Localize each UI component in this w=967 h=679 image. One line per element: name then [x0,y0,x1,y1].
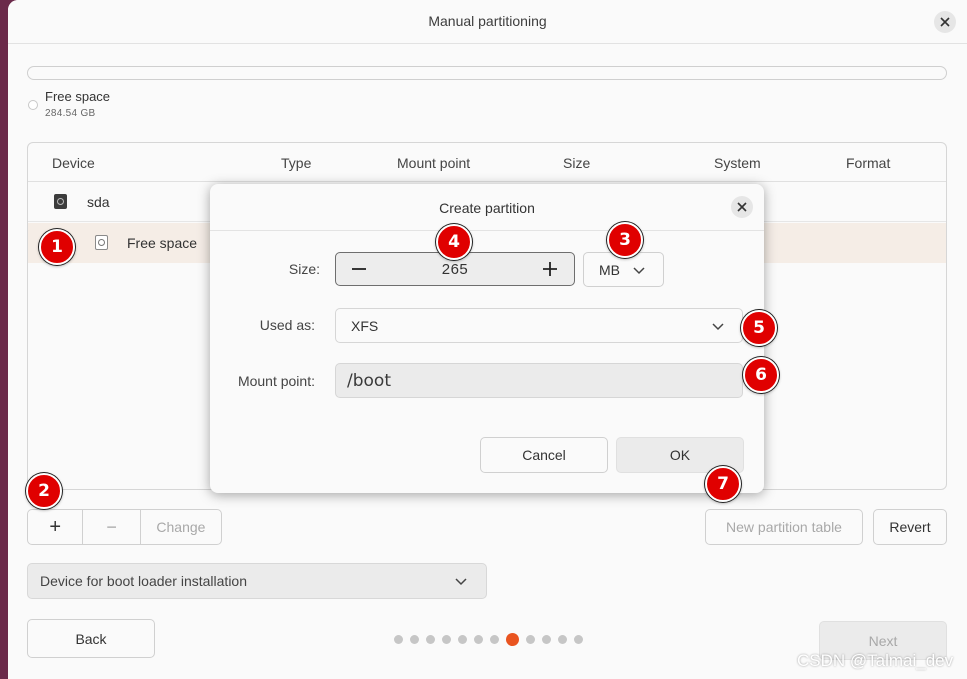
progress-dot [458,635,467,644]
change-partition-button[interactable]: Change [141,510,221,544]
column-header-type: Type [281,155,312,171]
partition-toolbar: + − Change [27,509,222,545]
progress-dot [574,635,583,644]
progress-dot [526,635,535,644]
remove-partition-button[interactable]: − [83,510,141,544]
mount-point-label: Mount point: [237,373,315,389]
dialog-divider [210,230,764,231]
progress-dot [394,635,403,644]
free-space-legend-dot [28,100,38,110]
window-title: Manual partitioning [428,13,547,29]
used-as-label: Used as: [259,317,315,333]
column-header-size: Size [563,155,591,171]
column-header-system: System [714,155,761,171]
boot-loader-label: Device for boot loader installation [40,573,248,589]
annotation-badge-4: 4 [436,224,472,260]
add-partition-button[interactable]: + [28,510,84,544]
device-name: Free space [127,235,198,251]
free-space-legend-size: 284.54 GB [45,108,96,119]
progress-dot-active [506,633,519,646]
progress-dot [542,635,551,644]
progress-dot [442,635,451,644]
chevron-down-icon [633,267,645,275]
window-close-button[interactable] [934,11,956,33]
table-header: Device Type Mount point Size System Form… [28,143,946,182]
annotation-badge-7: 7 [705,466,741,502]
revert-button[interactable]: Revert [873,509,947,545]
annotation-badge-2: 2 [26,473,62,509]
progress-dot [426,635,435,644]
partition-icon [95,235,108,250]
annotation-badge-5: 5 [741,310,777,346]
dialog-close-button[interactable] [731,196,753,218]
size-unit-value: MB [599,262,620,278]
filesystem-select[interactable]: XFS [335,308,743,343]
column-header-mount-point: Mount point [397,155,471,171]
size-label: Size: [288,261,320,277]
disk-drive-icon [54,194,67,209]
chevron-down-icon [712,323,724,331]
free-space-legend-label: Free space [45,89,111,104]
size-value[interactable]: 265 [336,261,574,278]
close-icon [940,17,950,27]
back-button[interactable]: Back [27,619,155,658]
device-name: sda [87,194,110,210]
dialog-title: Create partition [439,200,535,216]
plus-icon[interactable] [540,259,560,279]
storage-usage-bar [27,66,947,80]
column-header-format: Format [846,155,891,171]
annotation-badge-3: 3 [607,222,643,258]
create-partition-dialog: Create partition Size: 265 MB Used as: X… [210,184,764,493]
close-icon [737,202,747,212]
annotation-badge-1: 1 [39,229,75,265]
progress-dot [490,635,499,644]
boot-loader-device-select[interactable]: Device for boot loader installation [27,563,487,599]
cancel-button[interactable]: Cancel [480,437,608,473]
chevron-down-icon [455,578,467,586]
progress-dot [558,635,567,644]
progress-dot [410,635,419,644]
progress-dot [474,635,483,644]
filesystem-value: XFS [351,318,379,334]
annotation-badge-6: 6 [743,357,779,393]
progress-dots [394,633,583,646]
new-partition-table-button[interactable]: New partition table [705,509,863,545]
mount-point-input[interactable] [335,363,743,398]
watermark-text: CSDN @Talmai_dev [797,651,954,670]
title-bar: Manual partitioning [8,0,967,44]
column-header-device: Device [52,155,95,171]
